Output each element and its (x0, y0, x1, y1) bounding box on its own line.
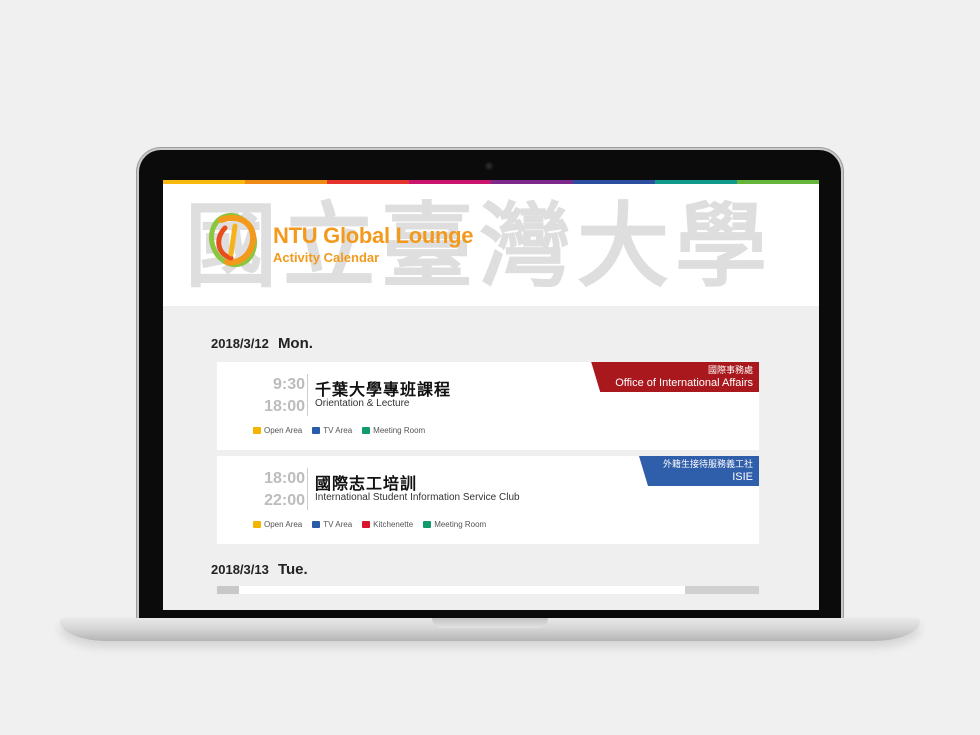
venue-tag-label: Meeting Room (434, 520, 487, 529)
venue-swatch-icon (312, 521, 321, 528)
event-times: 9:30 18:00 (243, 374, 305, 418)
venue-tags: Open Area TV Area Meeting Room (253, 426, 425, 435)
organizer-name-zh: 國際事務處 (707, 365, 753, 375)
day-weekday: Mon. (277, 335, 313, 352)
event-start-time: 18:00 (264, 470, 305, 487)
time-divider (307, 374, 308, 416)
event-end-time: 22:00 (264, 492, 305, 509)
event-title-en: International Student Information Servic… (315, 492, 520, 503)
venue-tag-label: TV Area (323, 520, 353, 529)
venue-swatch-icon (253, 427, 261, 434)
organizer-badge: 國際事務處 Office of International Affairs (591, 362, 759, 392)
organizer-badge-partial (685, 586, 759, 594)
organizer-name-zh: 外籍生接待服務義工社 (662, 459, 753, 469)
venue-tags: Open Area TV Area Kitchenette Meeting Ro… (253, 520, 486, 529)
day-section: 2018/3/13 Tue. (211, 544, 819, 594)
event-start-time: 9:30 (272, 376, 305, 393)
event-title-en: Orientation & Lecture (315, 398, 410, 409)
brand[interactable]: NTU Global Lounge Activity Calendar (273, 223, 474, 266)
event-title-zh: 千葉大學專班課程 (315, 380, 452, 399)
day-date: 2018/3/12 (211, 336, 269, 351)
event-card[interactable]: 18:00 22:00 國際志工培訓 International Student… (217, 456, 759, 544)
event-card[interactable]: 9:30 18:00 千葉大學專班課程 Orientation & Lectur… (217, 362, 759, 450)
venue-tag: Kitchenette (362, 520, 413, 529)
venue-tag: TV Area (312, 426, 352, 435)
venue-swatch-icon (362, 521, 371, 528)
venue-tag: TV Area (312, 520, 352, 529)
venue-tag: Open Area (253, 520, 302, 529)
venue-tag-label: Open Area (264, 426, 303, 435)
site-title: NTU Global Lounge (273, 223, 474, 248)
venue-tag-label: Kitchenette (373, 520, 414, 529)
venue-swatch-icon (423, 521, 432, 528)
event-title-zh: 國際志工培訓 (315, 474, 418, 493)
day-heading: 2018/3/12 Mon. (211, 306, 819, 354)
event-end-time: 18:00 (264, 398, 305, 415)
venue-swatch-icon (312, 427, 321, 434)
venue-swatch-icon (253, 521, 261, 528)
venue-tag-label: Open Area (264, 520, 303, 529)
venue-tag: Meeting Room (362, 426, 425, 435)
organizer-name-en: ISIE (732, 471, 753, 483)
organizer-name-en: Office of International Affairs (615, 377, 753, 389)
laptop-notch (432, 618, 548, 628)
site-header: 國立臺灣大學 NTU Global Lounge Activity Calend… (163, 184, 819, 306)
ntu-global-lounge-logo-icon[interactable] (207, 208, 263, 270)
venue-swatch-icon (362, 427, 371, 434)
day-date: 2018/3/13 (211, 562, 269, 577)
calendar-content: 2018/3/12 Mon. 9:30 18:00 千葉大學專班課程 Orien… (163, 306, 819, 610)
venue-tag: Meeting Room (423, 520, 486, 529)
event-times: 18:00 22:00 (243, 468, 305, 512)
venue-tag-label: Meeting Room (373, 426, 426, 435)
laptop-base (60, 618, 920, 641)
day-heading: 2018/3/13 Tue. (211, 544, 819, 580)
day-weekday: Tue. (277, 561, 308, 578)
laptop-screen: 國立臺灣大學 NTU Global Lounge Activity Calend… (163, 180, 819, 610)
webcam-icon (485, 162, 493, 170)
card-edge (217, 586, 239, 594)
time-divider (307, 468, 308, 510)
site-subtitle: Activity Calendar (273, 250, 380, 265)
venue-tag-label: TV Area (323, 426, 353, 435)
organizer-badge: 外籍生接待服務義工社 ISIE (638, 456, 759, 486)
day-section: 2018/3/12 Mon. 9:30 18:00 千葉大學專班課程 Orien… (211, 306, 819, 544)
laptop-lid: 國立臺灣大學 NTU Global Lounge Activity Calend… (139, 150, 841, 620)
event-card-partial[interactable] (217, 586, 759, 594)
venue-tag: Open Area (253, 426, 302, 435)
